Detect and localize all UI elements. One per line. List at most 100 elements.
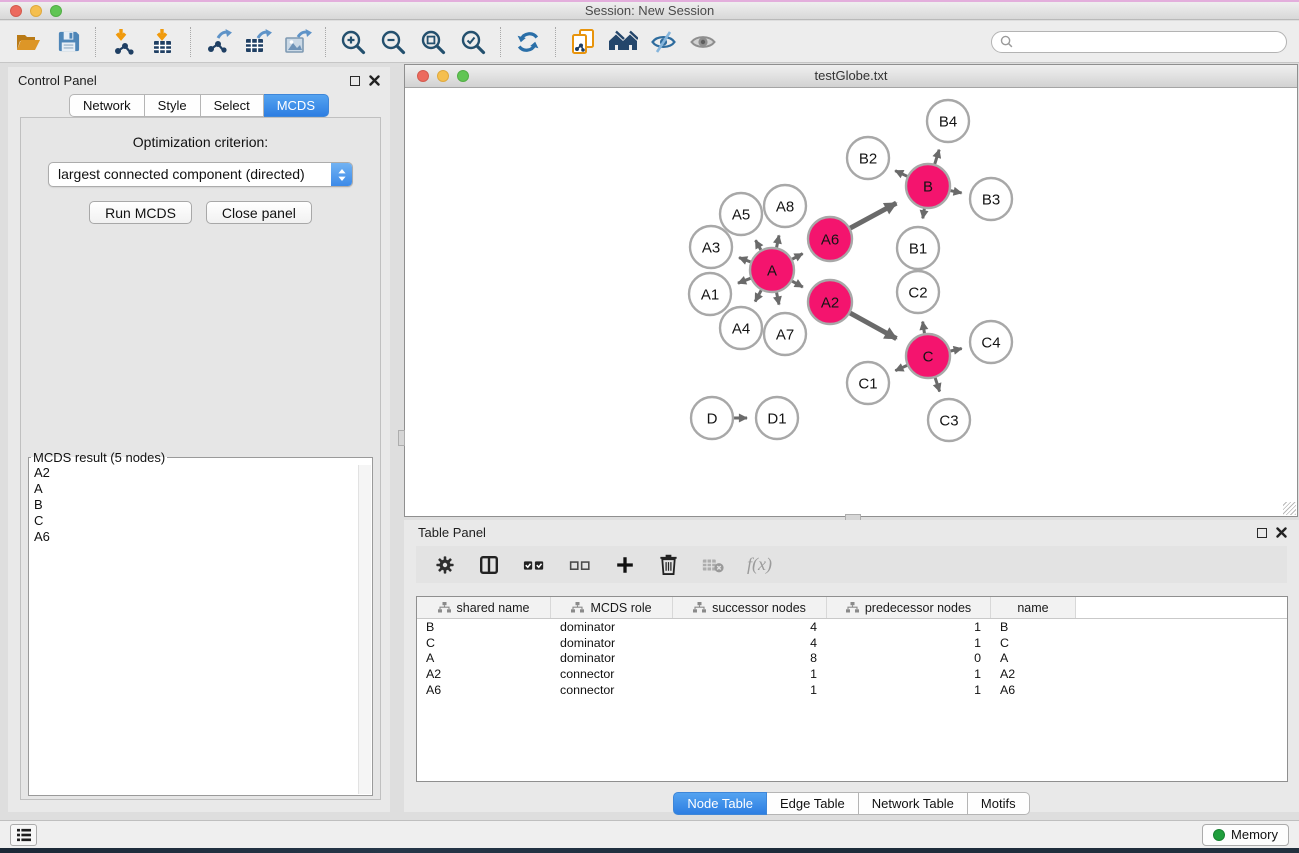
graph-node-D[interactable]: D	[691, 397, 733, 439]
export-table-button[interactable]	[240, 24, 276, 60]
float-panel-icon[interactable]	[350, 76, 360, 86]
result-list-item[interactable]: A6	[30, 529, 371, 545]
table-row[interactable]: A2connector11A2	[417, 666, 1287, 682]
table-cell[interactable]: A2	[417, 667, 551, 681]
optimization-criterion-select[interactable]: largest connected component (directed)	[48, 162, 353, 187]
resize-grip-icon[interactable]	[1283, 502, 1296, 515]
open-session-button[interactable]	[10, 24, 46, 60]
table-cell[interactable]: dominator	[551, 620, 673, 634]
table-row[interactable]: Adominator80A	[417, 651, 1287, 667]
graph-node-A1[interactable]: A1	[689, 273, 731, 315]
result-scrollbar[interactable]	[358, 465, 371, 794]
graph-edge-B-B3[interactable]	[950, 190, 962, 192]
graph-node-B2[interactable]: B2	[847, 137, 889, 179]
table-cell[interactable]: A6	[991, 683, 1076, 697]
deselect-all-checkboxes-icon[interactable]	[568, 554, 592, 576]
result-list-item[interactable]: C	[30, 513, 371, 529]
graph-edge-A-A4[interactable]	[755, 289, 761, 301]
graph-node-C[interactable]: C	[906, 334, 950, 378]
table-row[interactable]: Bdominator41B	[417, 619, 1287, 635]
close-window-button[interactable]	[10, 5, 22, 17]
graph-edge-A-A8[interactable]	[776, 235, 779, 248]
graph-node-A4[interactable]: A4	[720, 307, 762, 349]
graph-node-A7[interactable]: A7	[764, 313, 806, 355]
graph-node-B3[interactable]: B3	[970, 178, 1012, 220]
table-cell[interactable]: 4	[673, 636, 827, 650]
tab-edge-table[interactable]: Edge Table	[767, 792, 859, 815]
graph-edge-C-C2[interactable]	[923, 322, 925, 335]
tab-mcds[interactable]: MCDS	[264, 94, 329, 117]
table-settings-gear-icon[interactable]	[434, 554, 456, 576]
table-column-header[interactable]: predecessor nodes	[827, 597, 991, 618]
tab-node-table[interactable]: Node Table	[673, 792, 767, 815]
clone-network-button[interactable]	[565, 24, 601, 60]
table-cell[interactable]: 1	[827, 636, 991, 650]
run-mcds-button[interactable]: Run MCDS	[89, 201, 192, 224]
table-row[interactable]: Cdominator41C	[417, 635, 1287, 651]
table-cell[interactable]: 1	[827, 620, 991, 634]
table-cell[interactable]: C	[417, 636, 551, 650]
close-panel-button[interactable]: Close panel	[206, 201, 312, 224]
table-cell[interactable]: B	[417, 620, 551, 634]
minimize-window-button[interactable]	[30, 5, 42, 17]
graph-edge-B-B2[interactable]	[895, 171, 908, 177]
table-cell[interactable]: A	[991, 651, 1076, 665]
split-columns-icon[interactable]	[478, 554, 500, 576]
graph-edge-C-C1[interactable]	[895, 365, 908, 371]
search-box[interactable]	[991, 31, 1287, 53]
graph-edge-A-A5[interactable]	[756, 240, 762, 251]
task-history-button[interactable]	[10, 824, 37, 846]
table-row[interactable]: A6connector11A6	[417, 682, 1287, 698]
graph-edge-A-A2[interactable]	[791, 281, 803, 287]
zoom-in-button[interactable]	[335, 24, 371, 60]
minimize-network-button[interactable]	[437, 70, 449, 82]
result-list-item[interactable]: A2	[30, 465, 371, 481]
graph-node-A6[interactable]: A6	[808, 217, 852, 261]
table-cell[interactable]: 1	[827, 667, 991, 681]
graph-node-C2[interactable]: C2	[897, 271, 939, 313]
graph-edge-A-A1[interactable]	[738, 278, 752, 283]
tab-select[interactable]: Select	[201, 94, 264, 117]
graph-edge-A-A7[interactable]	[776, 292, 779, 305]
result-list-item[interactable]: B	[30, 497, 371, 513]
table-cell[interactable]: A6	[417, 683, 551, 697]
tab-style[interactable]: Style	[145, 94, 201, 117]
tab-network-table[interactable]: Network Table	[859, 792, 968, 815]
result-list-item[interactable]: A	[30, 481, 371, 497]
graph-node-A5[interactable]: A5	[720, 193, 762, 235]
table-cell[interactable]: 4	[673, 620, 827, 634]
graph-node-B4[interactable]: B4	[927, 100, 969, 142]
graph-node-C3[interactable]: C3	[928, 399, 970, 441]
save-session-button[interactable]	[50, 24, 86, 60]
graph-node-A8[interactable]: A8	[764, 185, 806, 227]
home-button[interactable]	[605, 24, 641, 60]
table-cell[interactable]: connector	[551, 683, 673, 697]
graph-node-A[interactable]: A	[750, 248, 794, 292]
search-input[interactable]	[1018, 35, 1278, 49]
tab-network[interactable]: Network	[69, 94, 145, 117]
import-table-button[interactable]	[145, 24, 181, 60]
graph-edge-A2-C[interactable]	[849, 313, 896, 339]
export-network-button[interactable]	[200, 24, 236, 60]
graph-edge-B-B1[interactable]	[923, 208, 925, 219]
tab-motifs[interactable]: Motifs	[968, 792, 1030, 815]
table-column-header[interactable]: MCDS role	[551, 597, 673, 618]
import-network-button[interactable]	[105, 24, 141, 60]
zoom-window-button[interactable]	[50, 5, 62, 17]
graph-edge-A-A3[interactable]	[739, 258, 751, 263]
network-window-titlebar[interactable]: testGlobe.txt	[405, 65, 1297, 88]
table-cell[interactable]: 1	[827, 683, 991, 697]
network-graph[interactable]: B4B2BB3A8A5A6B1A3AA1C2A2A4A7C4CC1C3DD1	[405, 88, 1297, 516]
close-panel-icon[interactable]	[369, 75, 380, 86]
network-canvas[interactable]: B4B2BB3A8A5A6B1A3AA1C2A2A4A7C4CC1C3DD1	[405, 88, 1297, 516]
table-cell[interactable]: 0	[827, 651, 991, 665]
table-column-header[interactable]: successor nodes	[673, 597, 827, 618]
zoom-fit-button[interactable]	[415, 24, 451, 60]
table-column-header[interactable]: name	[991, 597, 1076, 618]
zoom-selected-button[interactable]	[455, 24, 491, 60]
graph-node-B[interactable]: B	[906, 164, 950, 208]
graph-edge-A-A6[interactable]	[791, 254, 802, 260]
memory-button[interactable]: Memory	[1202, 824, 1289, 846]
graph-edge-A6-B[interactable]	[849, 203, 896, 228]
graph-node-B1[interactable]: B1	[897, 227, 939, 269]
